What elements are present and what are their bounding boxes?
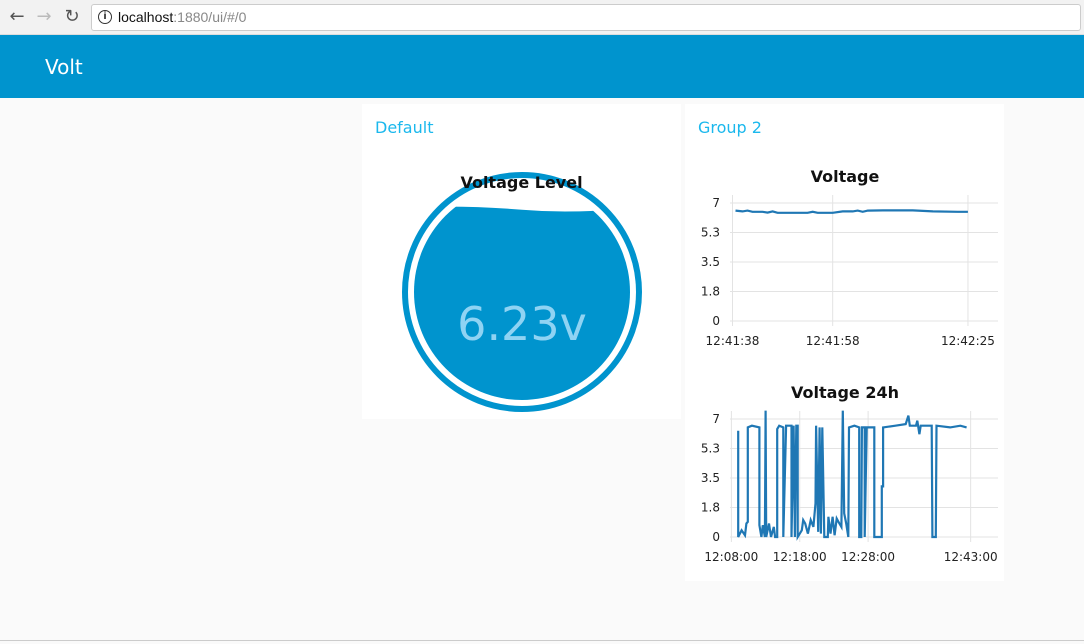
group-title: Group 2 (698, 118, 762, 137)
url-path: :1880/ui/#/0 (173, 9, 247, 25)
x-tick-label: 12:18:00 (773, 550, 827, 564)
url-host: localhost (118, 9, 174, 25)
y-tick-label: 5.3 (701, 226, 720, 240)
x-tick-label: 12:42:25 (941, 334, 995, 348)
chart-title: Voltage 24h (791, 383, 899, 402)
voltage-gauge: 6.23v (402, 172, 642, 412)
series-line (735, 209, 968, 214)
y-tick-label: 1.8 (701, 285, 720, 299)
y-tick-label: 5.3 (701, 442, 720, 456)
y-tick-label: 0 (712, 530, 720, 544)
gauge-title: Voltage Level (460, 173, 583, 192)
address-bar[interactable]: i localhost:1880/ui/#/0 (91, 4, 1081, 31)
y-tick-label: 3.5 (701, 255, 720, 269)
voltage-chart: Voltage 0 1.8 3.5 5.3 7 12:41:38 12:41:58 12:42:… (701, 167, 998, 348)
voltage-24h-chart: Voltage 24h 0 1.8 3.5 5.3 7 12:08:00 12:18:00 12… (701, 383, 998, 564)
group-2: Group 2 Voltage 0 1.8 3.5 5.3 7 12:41:38 12:41:… (685, 104, 1004, 581)
y-tick-label: 3.5 (701, 471, 720, 485)
x-tick-label: 12:41:58 (806, 334, 860, 348)
x-tick-label: 12:08:00 (704, 550, 758, 564)
group-default: Default 6.23v Voltage Level (362, 104, 681, 419)
browser-toolbar: ← → ↻ i localhost:1880/ui/#/0 (0, 0, 1084, 35)
divider (0, 640, 1084, 641)
y-tick-label: 1.8 (701, 501, 720, 515)
y-tick-label: 7 (712, 196, 720, 210)
x-tick-label: 12:43:00 (944, 550, 998, 564)
chart-title: Voltage (811, 167, 880, 186)
x-tick-label: 12:41:38 (706, 334, 760, 348)
x-tick-label: 12:28:00 (841, 550, 895, 564)
info-icon[interactable]: i (98, 10, 112, 24)
gauge-value: 6.23v (457, 297, 587, 351)
y-tick-label: 7 (712, 412, 720, 426)
reload-icon[interactable]: ↻ (61, 6, 83, 27)
dashboard-header: Volt (0, 35, 1084, 98)
back-arrow-icon[interactable]: ← (6, 6, 28, 27)
dashboard-title: Volt (45, 55, 83, 79)
y-tick-label: 0 (712, 314, 720, 328)
forward-arrow-icon[interactable]: → (33, 6, 55, 27)
series-line (737, 410, 967, 541)
